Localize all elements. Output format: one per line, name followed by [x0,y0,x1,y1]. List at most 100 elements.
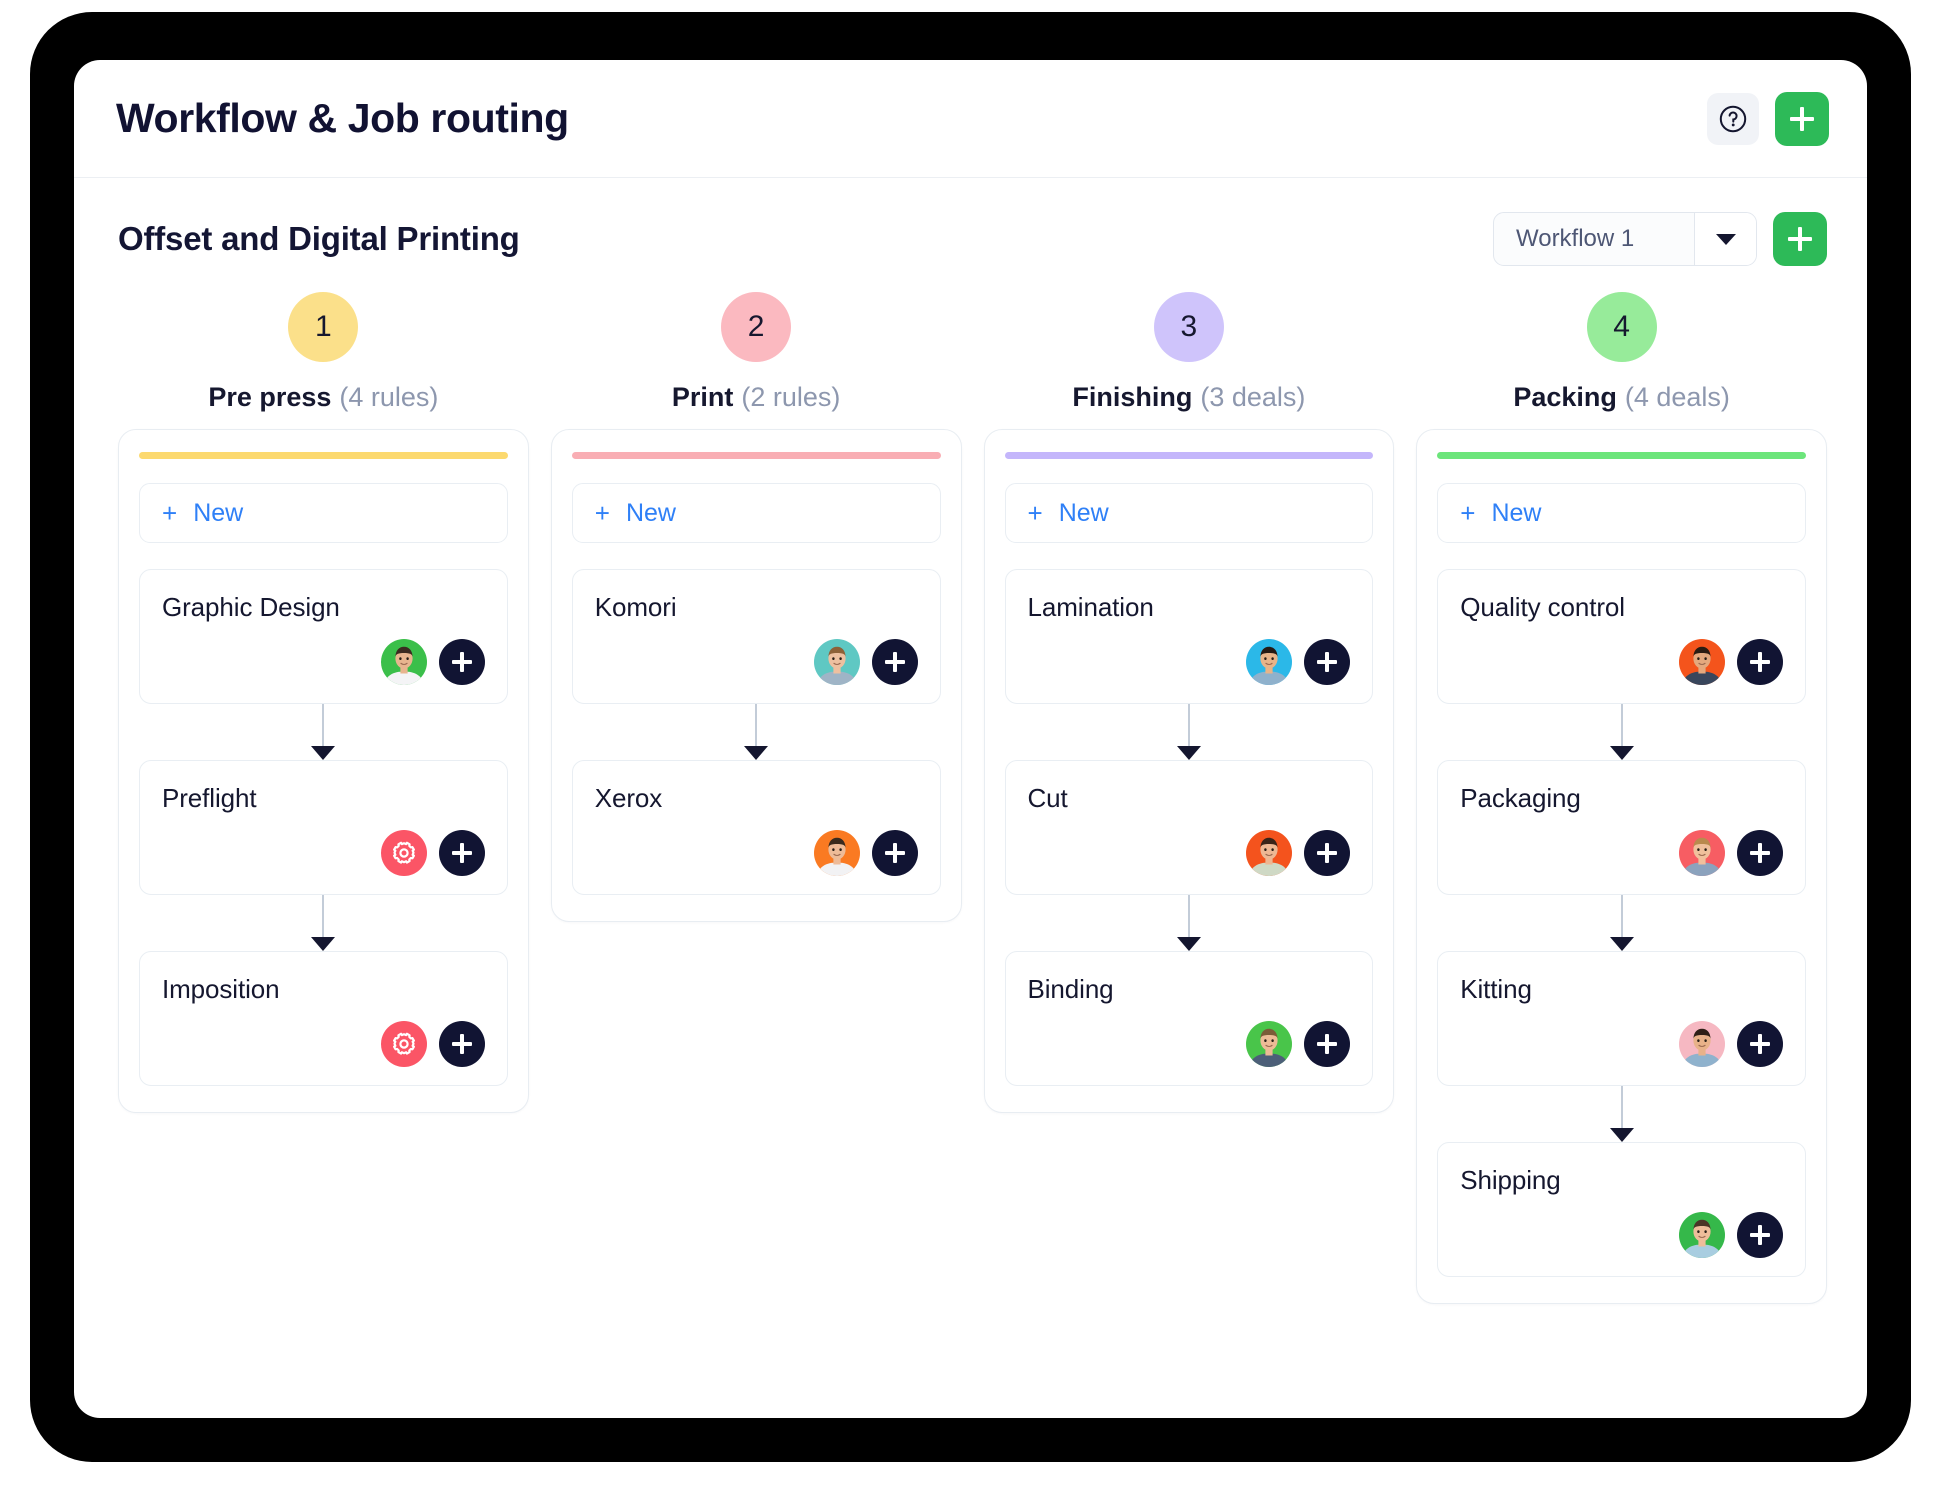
add-step-button[interactable] [438,830,485,876]
step-connector-arrow [139,704,508,760]
gear-icon[interactable] [380,1021,427,1067]
new-step-label: New [625,498,676,527]
step-actions [1028,1021,1351,1067]
step-title: Preflight [162,783,257,813]
avatar[interactable] [1246,830,1293,876]
new-step-button[interactable]: + New [1437,483,1806,543]
new-step-label: New [1491,498,1542,527]
header-actions [1707,91,1829,146]
plus-icon [451,1034,472,1054]
step-actions [162,830,485,876]
stage-column-body: + New Graphic Design Preflight Impositio… [118,429,529,1113]
stage-label: Packing (4 deals) [1513,382,1730,412]
add-step-button[interactable] [438,1021,485,1067]
plus-icon: + [1027,498,1043,528]
avatar[interactable] [380,639,427,685]
stage-count: (4 deals) [1624,382,1730,412]
step-connector-arrow [1005,895,1374,951]
stage-label: Finishing (3 deals) [1072,382,1306,412]
step-connector-arrow [1437,895,1806,951]
add-step-button[interactable] [1737,1212,1783,1258]
stage-number-badge: 1 [288,292,359,362]
plus-icon [1317,843,1338,863]
avatar[interactable] [813,830,860,876]
workflow-board: 1 Pre press (4 rules) + New Graphic Design … [74,292,1867,1304]
step-connector-arrow [1005,704,1374,760]
step-title: Packaging [1460,783,1581,813]
stage-accent-bar [1437,452,1806,459]
avatar[interactable] [1679,1212,1725,1258]
add-step-button[interactable] [1737,830,1783,876]
workflow-step-card[interactable]: Xerox [571,760,941,895]
avatar[interactable] [813,639,860,685]
workflow-step-card[interactable]: Binding [1004,951,1374,1086]
workflow-step-card[interactable]: Quality control [1437,569,1806,704]
step-title: Cut [1027,783,1068,813]
new-step-button[interactable]: + New [1004,483,1374,543]
stage-header: 2 Print (2 rules) [551,292,962,429]
workflow-column: 3 Finishing (3 deals) + New Lamination Cut [983,292,1395,1304]
stage-count: (4 rules) [339,382,439,412]
workflow-column: 1 Pre press (4 rules) + New Graphic Design … [118,292,529,1304]
plus-icon [884,652,905,672]
plus-icon [1317,1034,1338,1054]
step-actions [1460,830,1783,876]
workflow-step-card[interactable]: Packaging [1437,760,1806,895]
header-add-button[interactable] [1775,91,1829,146]
step-actions [1028,639,1351,685]
add-step-button[interactable] [871,639,918,685]
add-step-button[interactable] [871,830,918,876]
add-step-button[interactable] [1304,1021,1351,1067]
help-button[interactable] [1707,92,1759,145]
workflow-column: 2 Print (2 rules) + New Komori Xerox [550,292,962,1304]
avatar[interactable] [1679,830,1725,876]
workflow-step-card[interactable]: Shipping [1437,1142,1806,1277]
step-title: Komori [594,592,677,622]
add-step-button[interactable] [1304,830,1351,876]
workflow-select[interactable]: Workflow 1 [1493,212,1757,266]
plus-icon [1750,843,1770,863]
workflow-controls: Workflow 1 [1493,212,1827,266]
new-step-button[interactable]: + New [139,483,508,543]
step-actions [1460,639,1783,685]
workflow-step-card[interactable]: Kitting [1437,951,1806,1086]
section-header: Offset and Digital Printing Workflow 1 [74,178,1867,266]
avatar[interactable] [1679,639,1725,685]
stage-accent-bar [571,452,941,459]
workflow-step-card[interactable]: Cut [1004,760,1374,895]
add-step-button[interactable] [1737,1021,1783,1067]
step-actions [1460,1212,1783,1258]
workflow-step-card[interactable]: Graphic Design [139,569,508,704]
new-step-button[interactable]: + New [571,483,941,543]
workflow-step-card[interactable]: Preflight [139,760,508,895]
add-workflow-button[interactable] [1773,212,1827,266]
workflow-step-card[interactable]: Komori [571,569,941,704]
add-step-button[interactable] [438,639,485,685]
stage-label: Print (2 rules) [671,382,841,412]
avatar[interactable] [1679,1021,1725,1067]
stage-label: Pre press (4 rules) [208,382,439,412]
add-step-button[interactable] [1737,639,1783,685]
gear-icon[interactable] [380,830,427,876]
question-mark-circle-icon [1718,104,1748,134]
step-title: Graphic Design [162,592,340,622]
step-connector-arrow [572,704,941,760]
avatar[interactable] [1246,1021,1293,1067]
workflow-step-card[interactable]: Imposition [139,951,508,1086]
avatar[interactable] [1246,639,1293,685]
step-connector-arrow [1437,704,1806,760]
plus-icon: + [162,498,178,528]
chevron-down-icon[interactable] [1694,213,1756,265]
step-connector-arrow [139,895,508,951]
add-step-button[interactable] [1304,639,1351,685]
plus-icon [1317,652,1338,672]
plus-icon [1750,1225,1770,1245]
stage-number-badge: 4 [1586,292,1657,362]
workflow-step-card[interactable]: Lamination [1004,569,1374,704]
section-title: Offset and Digital Printing [118,220,520,257]
plus-icon [1790,106,1814,131]
step-actions [595,830,918,876]
plus-icon [884,843,905,863]
device-frame: Workflow & Job routing Offset and Digita… [30,12,1911,1462]
step-title: Lamination [1027,592,1154,622]
